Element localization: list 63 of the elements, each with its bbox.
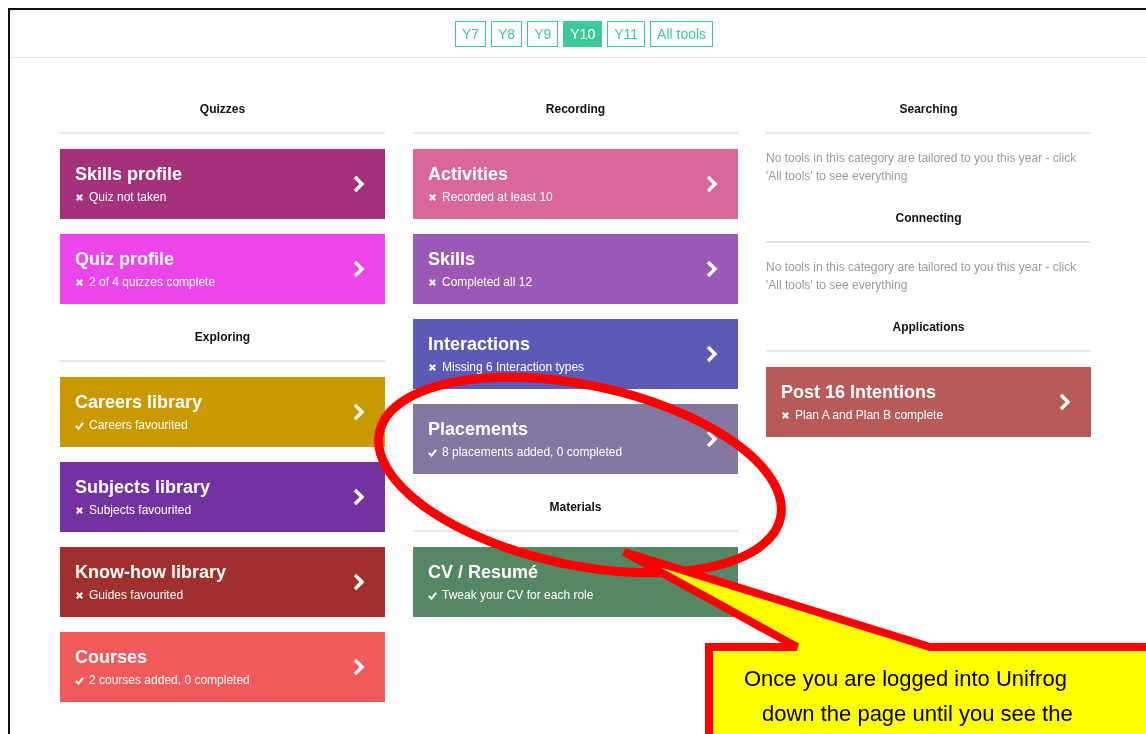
card-title: Post 16 Intentions	[781, 382, 938, 403]
year-tab[interactable]: Y7	[454, 20, 486, 47]
card-status: 2 of 4 quizzes complete	[89, 275, 216, 289]
card-title: Quiz profile	[75, 249, 175, 270]
chevron-right-icon	[706, 430, 718, 448]
tool-card[interactable]: Placements 8 placements added, 0 completed	[413, 404, 738, 474]
tool-card[interactable]: Subjects library Subjects favourited	[60, 462, 385, 532]
section-heading: Applications	[766, 320, 1091, 352]
card-status: Plan A and Plan B complete	[795, 408, 944, 422]
tool-card[interactable]: Skills Completed all 12	[413, 234, 738, 304]
section-heading: Exploring	[60, 330, 385, 362]
chevron-right-icon	[706, 175, 718, 193]
card-status: Tweak your CV for each role	[442, 588, 594, 602]
card-status: 2 courses added, 0 completed	[89, 673, 250, 687]
tool-card[interactable]: Quiz profile 2 of 4 quizzes complete	[60, 234, 385, 304]
card-status: Completed all 12	[442, 275, 533, 289]
card-status: Subjects favourited	[89, 503, 192, 517]
callout-text: down the page until you see the	[762, 701, 1073, 727]
chevron-right-icon	[706, 260, 718, 278]
card-status: Recorded at least 10	[442, 190, 553, 204]
tool-card[interactable]: Courses 2 courses added, 0 completed	[60, 632, 385, 702]
year-tab[interactable]: Y11	[607, 20, 646, 47]
empty-message: No tools in this category are tailored to you this year - click 'All tools' to see everything	[766, 259, 1078, 294]
chevron-right-icon	[1059, 393, 1071, 411]
section-heading: Connecting	[766, 211, 1091, 243]
section-heading: Searching	[766, 102, 1091, 134]
chevron-right-icon	[353, 403, 365, 421]
year-tab[interactable]: Y10	[563, 20, 603, 47]
callout-text: Once you are logged into Unifrog	[744, 666, 1067, 692]
card-title: Subjects library	[75, 477, 211, 498]
chevron-right-icon	[706, 345, 718, 363]
card-title: Skills	[428, 249, 477, 270]
tool-card[interactable]: Post 16 Intentions Plan A and Plan B complete	[766, 367, 1091, 437]
year-tab[interactable]: All tools	[650, 20, 714, 47]
card-title: Know-how library	[75, 562, 226, 583]
card-status: Quiz not taken	[89, 190, 167, 204]
chevron-right-icon	[353, 175, 365, 193]
card-status: Careers favourited	[89, 418, 188, 432]
chevron-right-icon	[353, 573, 365, 591]
card-status: Missing 6 Interaction types	[442, 360, 585, 374]
section-heading: Materials	[413, 500, 738, 532]
card-title: Interactions	[428, 334, 532, 355]
year-tab[interactable]: Y9	[527, 20, 559, 47]
chevron-right-icon	[353, 658, 365, 676]
chevron-right-icon	[353, 488, 365, 506]
section-heading: Quizzes	[60, 102, 385, 134]
tool-card[interactable]: Interactions Missing 6 Interaction types	[413, 319, 738, 389]
card-title: CV / Resumé	[428, 562, 540, 583]
section-heading: Recording	[413, 102, 738, 134]
card-status: Guides favourited	[89, 588, 184, 602]
tool-card[interactable]: Know-how library Guides favourited	[60, 547, 385, 617]
card-status: 8 placements added, 0 completed	[442, 445, 623, 459]
tool-card[interactable]: Skills profile Quiz not taken	[60, 149, 385, 219]
card-title: Activities	[428, 164, 510, 185]
card-title: Skills profile	[75, 164, 183, 185]
tool-card[interactable]: Activities Recorded at least 10	[413, 149, 738, 219]
tool-card[interactable]: Careers library Careers favourited	[60, 377, 385, 447]
card-title: Placements	[428, 419, 530, 440]
empty-message: No tools in this category are tailored to you this year - click 'All tools' to see everything	[766, 150, 1078, 185]
chevron-right-icon	[353, 260, 365, 278]
card-title: Careers library	[75, 392, 203, 413]
card-title: Courses	[75, 647, 149, 668]
year-tab[interactable]: Y8	[491, 20, 523, 47]
